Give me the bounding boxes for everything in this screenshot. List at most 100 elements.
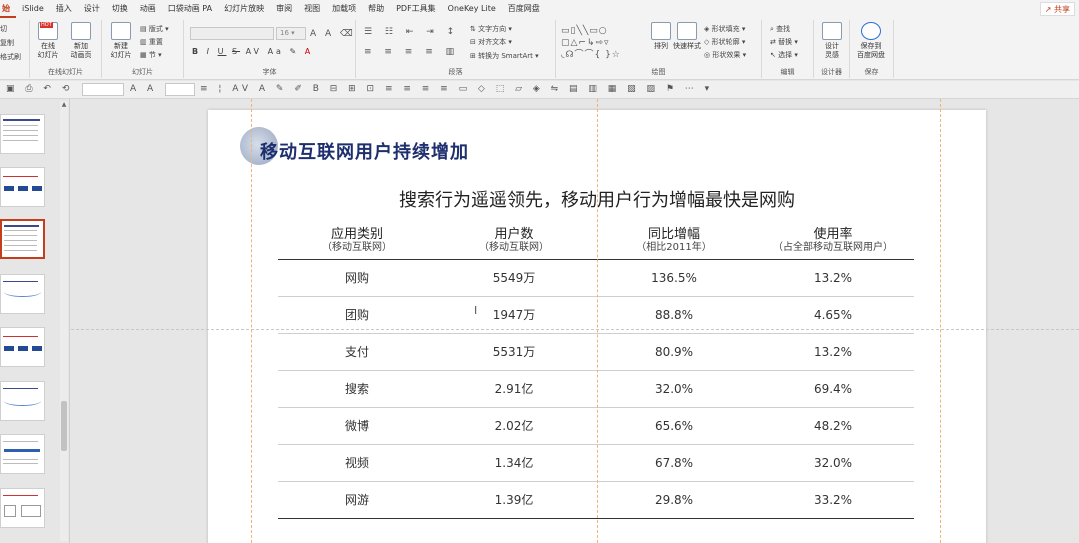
cut-button[interactable]: 切 [0, 24, 7, 34]
section-button[interactable]: ▦ 节 ▾ [140, 50, 162, 60]
shape-fill-button[interactable]: ◈ 形状填充 ▾ [704, 24, 745, 34]
tab-review[interactable]: 审阅 [270, 0, 298, 18]
drawing-group: ▭▯╲╲▭○ ▢△⌐↳⇨▿ ◟☊⌒⌒{ }☆ 排列 快速样式 ◈ 形状填充 ▾ ◇ … [556, 20, 762, 78]
font-size-select[interactable]: 16 ▾ [276, 27, 306, 40]
tab-animations[interactable]: 动画 [134, 0, 162, 18]
save-to-netdisk-button[interactable]: 保存到 百度网盘 [856, 22, 886, 60]
tab-view[interactable]: 视图 [298, 0, 326, 18]
slide-thumbnail[interactable] [0, 274, 45, 314]
design-ideas-button[interactable]: 设计 灵感 [817, 22, 847, 60]
text-direction-button[interactable]: ⇅ 文字方向 ▾ [470, 24, 512, 34]
bold-button[interactable]: B [192, 47, 201, 56]
qat-font-name-box[interactable] [82, 83, 124, 96]
table-cell: 1.39亿 [494, 493, 534, 507]
online-slides-group: HOT 在线 幻灯片 新加 动画页 在线幻灯片 [30, 20, 102, 78]
replace-button[interactable]: ⇄ 替换 ▾ [770, 37, 798, 47]
char-spacing-button[interactable]: AV [246, 47, 262, 56]
table-cell: 网游 [344, 493, 369, 507]
slide-thumbnail[interactable] [0, 327, 45, 367]
shape-outline-button[interactable]: ◇ 形状轮廓 ▾ [704, 37, 745, 47]
table-cell: 搜索 [344, 382, 369, 396]
tab-onekey[interactable]: OneKey Lite [442, 0, 502, 18]
table-row: 网购 5549万 136.5% 13.2% [278, 260, 914, 297]
column-header: 应用类别 （移动互联网） [307, 227, 407, 254]
text-direction-label: 文字方向 [478, 25, 507, 33]
table-cell: 136.5% [651, 271, 697, 285]
online-slide-icon: HOT [38, 22, 58, 40]
list-buttons[interactable]: ☰ ☷ ⇤ ⇥ ↕ [364, 26, 459, 38]
slide-thumbnail-selected[interactable] [0, 219, 45, 259]
layout-label: 版式 [148, 25, 163, 33]
table-cell: 网购 [344, 271, 369, 285]
slide-thumbnail[interactable] [0, 381, 45, 421]
tab-transitions[interactable]: 切换 [106, 0, 134, 18]
tab-addins[interactable]: 加载项 [326, 0, 362, 18]
shape-effects-button[interactable]: ◎ 形状效果 ▾ [704, 50, 746, 60]
slide-thumbnail[interactable] [0, 434, 45, 474]
qat-format-buttons[interactable]: ≡ ¦ AV A ✎ ✐ B ⊟ ⊞ ⊡ ≡ ≡ ≡ ≡ ▭ ◇ ⬚ ▱ ◈ ⇋… [200, 84, 713, 94]
change-case-button[interactable]: Aa [268, 47, 284, 56]
search-icon: ⌕ [770, 25, 774, 33]
layout-button[interactable]: ▤ 版式 ▾ [140, 24, 169, 34]
quick-styles-button[interactable]: 快速样式 [672, 22, 702, 51]
qat-font-size-buttons[interactable]: A A [130, 84, 157, 94]
smartart-button[interactable]: ⊞ 转换为 SmartArt ▾ [470, 51, 539, 61]
save-group: 保存到 百度网盘 保存 [850, 20, 894, 78]
thumbnail-scrollbar[interactable]: ▲ [60, 101, 68, 541]
qat-font-size-box[interactable] [165, 83, 195, 96]
tab-slideshow[interactable]: 幻灯片放映 [218, 0, 270, 18]
table-cell: 80.9% [654, 345, 694, 359]
table-cell: 2.91亿 [494, 382, 534, 396]
table-row: 视频 1.34亿 67.8% 32.0% [278, 445, 914, 482]
shape-outline-label: 形状轮廓 [711, 38, 740, 46]
tab-home[interactable]: 始 [0, 0, 16, 18]
shapes-gallery[interactable]: ▭▯╲╲▭○ ▢△⌐↳⇨▿ ◟☊⌒⌒{ }☆ [561, 25, 621, 61]
font-size-buttons[interactable]: A A ⌫ [310, 28, 356, 40]
text-cursor-icon: I [474, 304, 478, 317]
share-label: 共享 [1054, 5, 1070, 14]
strikethrough-button[interactable]: S [232, 47, 240, 56]
slide-thumbnail[interactable] [0, 167, 45, 207]
smartart-label: 转换为 SmartArt [478, 52, 533, 60]
font-name-select[interactable] [190, 27, 274, 40]
scroll-up-icon[interactable]: ▲ [60, 101, 68, 109]
tab-baidu-netdisk[interactable]: 百度网盘 [502, 0, 546, 18]
designer-group-label: 设计器 [821, 68, 842, 76]
font-color-icon[interactable]: A [305, 47, 313, 56]
tab-design[interactable]: 设计 [78, 0, 106, 18]
align-text-button[interactable]: ⊟ 对齐文本 ▾ [470, 37, 512, 47]
tab-pdf-tools[interactable]: PDF工具集 [390, 0, 442, 18]
underline-button[interactable]: U [218, 47, 227, 56]
select-button[interactable]: ↖ 选择 ▾ [770, 50, 798, 60]
tab-help[interactable]: 帮助 [362, 0, 390, 18]
scrollbar-thumb[interactable] [61, 401, 67, 451]
reset-button[interactable]: ▥ 重置 [140, 37, 163, 47]
smart-guide-vertical [940, 99, 941, 543]
select-label: 选择 [778, 51, 793, 59]
find-button[interactable]: ⌕ 查找 [770, 24, 790, 34]
menu-bar: 始 iSlide 插入 设计 切换 动画 口袋动画 PA 幻灯片放映 审阅 视图… [0, 0, 1079, 18]
paragraph-group: ☰ ☷ ⇤ ⇥ ↕ ≡ ≡ ≡ ≡ ▥ ⇅ 文字方向 ▾ ⊟ 对齐文本 ▾ ⊞ … [356, 20, 556, 78]
table-cell: 65.6% [654, 419, 694, 433]
italic-button[interactable]: I [207, 47, 212, 56]
font-format-buttons[interactable]: B I U S AV Aa ✎ A [192, 47, 313, 57]
online-slide-button[interactable]: HOT 在线 幻灯片 [33, 22, 63, 60]
tab-pocket-animation[interactable]: 口袋动画 PA [162, 0, 218, 18]
highlight-icon[interactable]: ✎ [290, 47, 300, 56]
new-slide-button[interactable]: 新建 幻灯片 [106, 22, 136, 60]
new-animation-page-button[interactable]: 新加 动画页 [66, 22, 96, 60]
slide-thumbnail[interactable] [0, 114, 45, 154]
share-button[interactable]: ↗ 共享 [1039, 2, 1075, 16]
copy-button[interactable]: 复制 [0, 38, 14, 48]
tab-islide[interactable]: iSlide [16, 0, 50, 18]
column-header-title: 用户数 [494, 227, 534, 242]
format-painter-button[interactable]: 格式刷 [0, 52, 21, 62]
find-label: 查找 [776, 25, 791, 33]
qat-buttons[interactable]: ▣ ⎙ ↶ ⟲ [6, 84, 73, 94]
slide-title[interactable]: 移动互联网用户持续增加 [260, 138, 469, 164]
column-header-title: 使用率 [813, 227, 853, 242]
slide-thumbnail[interactable] [0, 488, 45, 528]
quick-styles-icon [677, 22, 697, 40]
tab-insert[interactable]: 插入 [50, 0, 78, 18]
align-buttons[interactable]: ≡ ≡ ≡ ≡ ▥ [364, 46, 459, 58]
